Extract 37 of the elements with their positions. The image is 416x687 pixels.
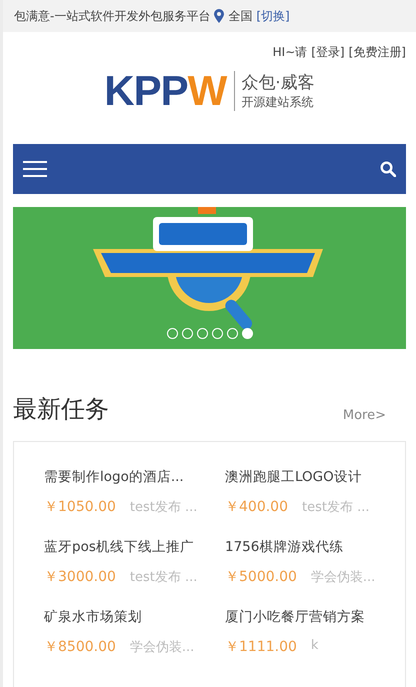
location-pin-icon	[214, 9, 224, 23]
location-text: 全国	[228, 8, 252, 24]
task-publisher: 学会伪装...	[310, 569, 376, 586]
logo-name: 众包·威客	[241, 72, 315, 94]
menu-icon[interactable]	[23, 161, 47, 177]
switch-link[interactable]: [切换]	[256, 8, 290, 24]
task-publisher: test发布 ...	[130, 569, 198, 586]
task-title[interactable]: 矿泉水市场策划	[44, 608, 225, 626]
task-publisher: test发布 ...	[302, 499, 370, 516]
task-price: ￥3000.00	[44, 568, 116, 586]
task-title[interactable]: 1756棋牌游戏代练	[225, 538, 395, 556]
slogan: 包满意-一站式软件开发外包服务平台	[14, 8, 210, 24]
task-publisher: 学会伪装...	[130, 639, 194, 656]
carousel-dot[interactable]	[182, 328, 192, 339]
task-price: ￥8500.00	[44, 638, 116, 656]
more-link[interactable]: More>	[342, 408, 386, 423]
greeting-text: HI~请	[272, 44, 308, 61]
task-price: ￥1050.00	[44, 498, 116, 516]
carousel-dot[interactable]	[166, 328, 178, 339]
task-price: ￥400.00	[225, 498, 288, 516]
register-link[interactable]: [免费注册]	[348, 44, 406, 61]
carousel-dot[interactable]	[196, 328, 208, 339]
section-title: 最新任务	[13, 394, 109, 425]
logo-mark: KPPW	[104, 70, 226, 112]
task-title[interactable]: 澳洲跑腿工LOGO设计	[225, 468, 395, 486]
task-price: ￥5000.00	[225, 568, 297, 586]
login-link[interactable]: [登录]	[311, 44, 345, 61]
task-publisher: test发布 ...	[130, 499, 198, 516]
logo-tagline: 开源建站系统	[241, 94, 314, 111]
task-price: ￥1111.00	[225, 638, 297, 656]
task-title[interactable]: 蓝牙pos机线下线上推广	[44, 538, 225, 556]
carousel-dot[interactable]	[226, 328, 238, 339]
task-title[interactable]: 需要制作logo的酒店...	[44, 468, 225, 486]
carousel-dot[interactable]	[212, 328, 222, 339]
search-icon[interactable]	[380, 161, 396, 177]
task-publisher: k	[310, 638, 318, 655]
task-title[interactable]: 厦门小吃餐厅营销方案	[225, 608, 395, 626]
